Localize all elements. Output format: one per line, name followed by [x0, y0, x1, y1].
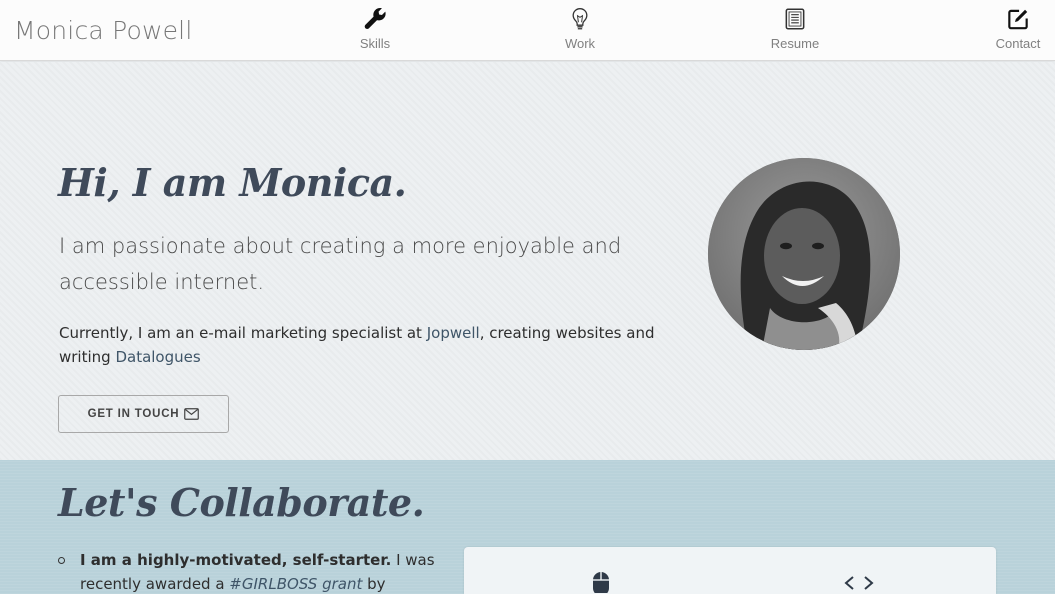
item-highlight: I am a highly-motivated, self-starter. [80, 551, 392, 569]
hero-section: Hi, I am Monica. I am passionate about c… [0, 62, 1055, 460]
profile-photo [708, 158, 900, 350]
nav-label-resume: Resume [770, 36, 820, 51]
hero-current-role: Currently, I am an e-mail marketing spec… [59, 321, 659, 369]
nav-label-skills: Skills [359, 36, 391, 51]
hero-tagline: I am passionate about creating a more en… [59, 234, 622, 294]
lightbulb-icon [572, 8, 588, 30]
wrench-icon [364, 8, 386, 29]
code-icon [844, 576, 874, 590]
hero-title: Hi, I am Monica. [58, 160, 407, 205]
document-icon [785, 8, 805, 30]
nav-label-work: Work [564, 36, 596, 51]
current-text-prefix: Currently, I am an e-mail marketing spec… [59, 324, 427, 342]
nav-item-work[interactable]: Work [535, 6, 625, 56]
edit-icon [1008, 9, 1028, 30]
collaborate-list: I am a highly-motivated, self-starter. I… [58, 548, 438, 594]
nav-label-contact: Contact [995, 36, 1041, 51]
get-in-touch-label: GET IN TOUCH [87, 408, 180, 420]
mouse-icon [593, 572, 609, 593]
site-brand[interactable]: Monica Powell [14, 16, 192, 45]
nav-item-resume[interactable]: Resume [750, 6, 840, 56]
skills-card [464, 547, 996, 594]
jopwell-link[interactable]: Jopwell [427, 324, 480, 342]
top-navbar: Monica Powell Skills Work Resume Contact [0, 0, 1055, 61]
girlboss-grant-tag[interactable]: #GIRLBOSS grant [229, 575, 362, 593]
list-item: I am a highly-motivated, self-starter. I… [58, 548, 438, 594]
nav-item-skills[interactable]: Skills [330, 6, 420, 56]
datalogues-link[interactable]: Datalogues [115, 348, 200, 366]
envelope-icon [184, 408, 200, 420]
nav-item-contact[interactable]: Contact [973, 6, 1055, 56]
collaborate-section: Let's Collaborate. I am a highly-motivat… [0, 460, 1055, 594]
get-in-touch-button[interactable]: GET IN TOUCH [58, 395, 229, 433]
collaborate-title: Let's Collaborate. [58, 480, 425, 525]
